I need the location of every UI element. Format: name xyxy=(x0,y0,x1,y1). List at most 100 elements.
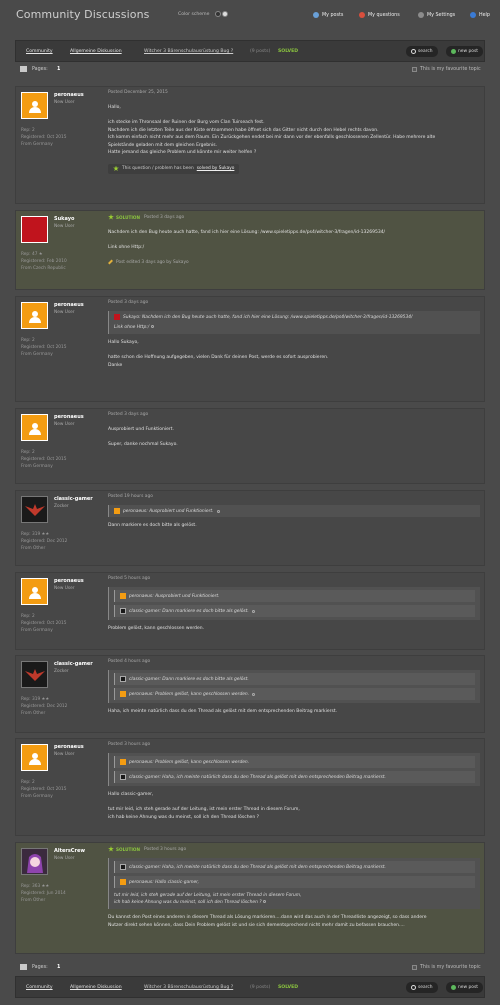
username[interactable]: peronaeus xyxy=(54,92,84,98)
new-post-label: new post xyxy=(458,985,478,990)
username[interactable]: Sukayo xyxy=(54,216,74,222)
search-icon xyxy=(411,49,416,54)
post: peronaeus New User Rep: 2 Registered: Oc… xyxy=(15,408,485,484)
avatar[interactable] xyxy=(21,578,48,605)
breadcrumb-thread[interactable]: Witcher 3 Bärenschulausrüstung Bug ? xyxy=(144,985,233,990)
my-questions-label: My questions xyxy=(368,12,400,18)
user-location: From Germany xyxy=(21,464,53,469)
user-registered: Registered: Oct 2015 xyxy=(21,345,67,350)
question-icon xyxy=(359,12,365,18)
quote-extra: tut mir leid, ich steh gerade auf der Le… xyxy=(114,892,475,906)
quote-block: classic-gamer: Dann markiere es doch bit… xyxy=(108,670,480,703)
light-scheme-icon[interactable] xyxy=(222,11,228,17)
quote-jump-icon[interactable] xyxy=(252,692,256,696)
my-posts-link[interactable]: My posts xyxy=(313,12,343,18)
quote: classic-gamer: Haha, ich meinte natürlic… xyxy=(114,771,475,783)
solution-badge: SOLUTION xyxy=(108,846,140,852)
avatar[interactable] xyxy=(21,414,48,441)
avatar[interactable] xyxy=(21,216,48,243)
favourite-toggle[interactable]: This is my favourite topic xyxy=(412,965,481,970)
user-registered: Registered: Feb 2010 xyxy=(21,259,67,264)
user-silhouette-icon xyxy=(28,586,41,599)
username[interactable]: peronaeus xyxy=(54,414,84,420)
post-date-text: Posted 3 days ago xyxy=(108,412,149,417)
quote-text: classic-gamer: Haha, ich meinte natürlic… xyxy=(129,864,386,870)
help-link[interactable]: Help xyxy=(470,12,490,18)
post-date-text: Posted 3 hours ago xyxy=(143,846,187,852)
avatar[interactable] xyxy=(21,848,48,875)
post-date: Posted 3 hours ago xyxy=(108,742,480,747)
breadcrumb-community[interactable]: Community xyxy=(26,985,53,990)
plus-icon xyxy=(451,985,456,990)
user-rank: New User xyxy=(54,224,75,229)
post-user: Sukayo New User Rep: 47 ★ Registered: Fe… xyxy=(21,216,101,272)
breadcrumb-general[interactable]: Allgemeine Diskussion xyxy=(70,49,122,54)
username[interactable]: peronaeus xyxy=(54,578,84,584)
favourite-toggle[interactable]: This is my favourite topic xyxy=(412,67,481,72)
breadcrumb-general[interactable]: Allgemeine Diskussion xyxy=(70,985,122,990)
new-post-button[interactable]: new post xyxy=(446,46,483,57)
username[interactable]: peronaeus xyxy=(54,302,84,308)
post-line: Hallo classic-gamer, xyxy=(108,792,154,797)
username[interactable]: AltersCrew xyxy=(54,848,85,854)
quote: Sukayo: Nachdem ich den Bug heute auch h… xyxy=(114,314,475,320)
search-button[interactable]: search xyxy=(406,46,438,57)
avatar[interactable] xyxy=(21,744,48,771)
new-post-button[interactable]: new post xyxy=(446,982,483,993)
page-number[interactable]: 1 xyxy=(57,965,60,970)
username[interactable]: classic-gamer xyxy=(54,661,93,667)
username[interactable]: classic-gamer xyxy=(54,496,93,502)
avatar[interactable] xyxy=(21,92,48,119)
post: classic-gamer Zocker Rep: 319 ★★ Registe… xyxy=(15,490,485,566)
user-rep: Rep: 319 ★★ xyxy=(21,697,50,702)
avatar[interactable] xyxy=(21,302,48,329)
user-stats: Rep: 2 Registered: Oct 2015 From Germany xyxy=(21,779,101,800)
breadcrumb-thread[interactable]: Witcher 3 Bärenschulausrüstung Bug ? xyxy=(144,49,233,54)
dark-scheme-icon[interactable] xyxy=(215,11,221,17)
my-settings-label: My Settings xyxy=(427,12,456,18)
page-number[interactable]: 1 xyxy=(57,67,60,72)
help-label: Help xyxy=(479,12,490,18)
avatar[interactable] xyxy=(21,496,48,523)
post-line: Dann markiere es doch bitte als gelöst. xyxy=(108,523,197,528)
quote-jump-icon[interactable] xyxy=(150,325,154,328)
favourite-checkbox[interactable] xyxy=(412,67,417,72)
quote-avatar xyxy=(120,691,126,697)
quote-avatar xyxy=(120,608,126,614)
quote-jump-icon[interactable] xyxy=(251,609,255,613)
user-stats: Rep: 47 ★ Registered: Feb 2010 From Czec… xyxy=(21,251,101,272)
quote-extra-line: ich hab keine Ahnung was du meinst, soll… xyxy=(114,899,475,906)
quote-extra: Link ohne Http:/ xyxy=(114,324,475,331)
user-rep: Rep: 2 xyxy=(21,450,35,455)
post-date: Posted December 25, 2015 xyxy=(108,90,480,95)
post-count: (9 posts) xyxy=(250,49,271,54)
pages-label: Pages: xyxy=(32,965,48,970)
favourite-checkbox[interactable] xyxy=(412,965,417,970)
username[interactable]: peronaeus xyxy=(54,744,84,750)
site-title[interactable]: Community Discussions xyxy=(16,8,150,21)
post-body: Posted 5 hours ago peronaeus: Ausprobier… xyxy=(108,576,480,633)
breadcrumb-community[interactable]: Community xyxy=(26,49,53,54)
quote-avatar xyxy=(120,676,126,682)
avatar[interactable] xyxy=(21,661,48,688)
search-button[interactable]: search xyxy=(406,982,438,993)
user-registered: Registered: Oct 2015 xyxy=(21,135,67,140)
post-line: Du kannst den Post eines anderen in dies… xyxy=(108,915,427,920)
color-scheme-switch[interactable] xyxy=(215,11,228,17)
my-questions-link[interactable]: My questions xyxy=(359,12,400,18)
post-body: Posted 3 days ago Ausprobiert und Funkti… xyxy=(108,412,480,449)
quote-block: peronaeus: Ausprobiert und Funktioniert.… xyxy=(108,587,480,620)
post-user: peronaeus New User Rep: 2 Registered: Oc… xyxy=(21,92,101,148)
pencil-icon xyxy=(108,259,113,265)
solution-label: SOLUTION xyxy=(116,214,140,220)
post-line: Nutzer direkt sehen können, dass Dein Pr… xyxy=(108,922,405,928)
quote-jump-icon[interactable] xyxy=(262,900,266,903)
quote-jump-icon[interactable] xyxy=(216,509,220,513)
solved-by-link[interactable]: solved by Sukayo xyxy=(197,166,235,171)
my-settings-link[interactable]: My Settings xyxy=(418,12,455,18)
quote-avatar xyxy=(114,314,120,320)
post-body: Posted 4 hours ago classic-gamer: Dann m… xyxy=(108,659,480,716)
user-location: From Germany xyxy=(21,628,53,633)
user-rep: Rep: 47 ★ xyxy=(21,252,43,257)
quote-text: peronaeus: Problem gelöst, kann geschlos… xyxy=(129,759,250,765)
